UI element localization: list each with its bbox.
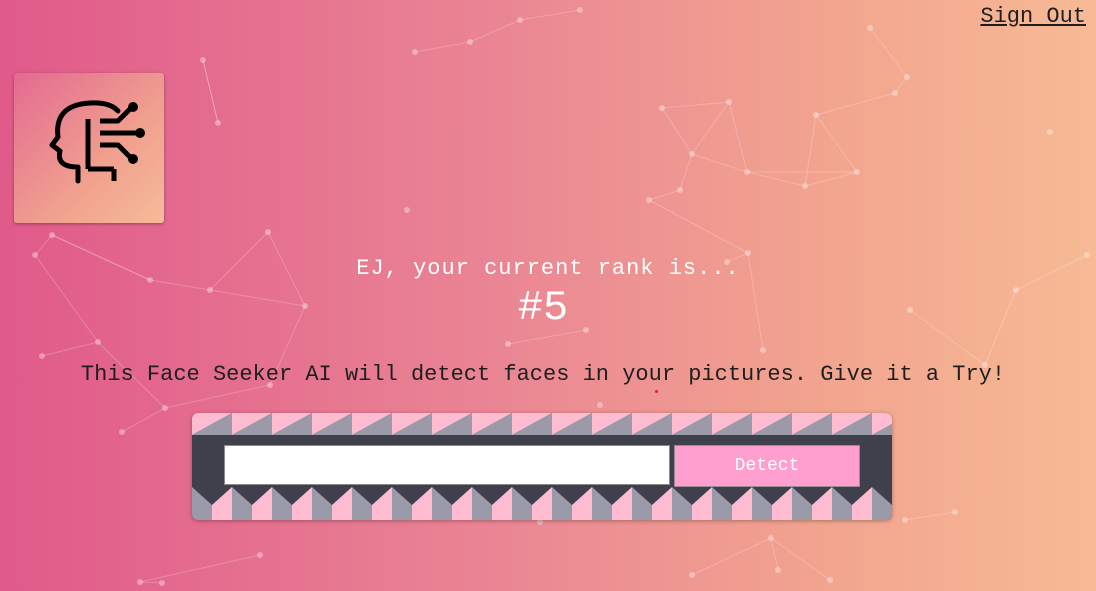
- network-node: [892, 90, 898, 96]
- network-node: [802, 183, 808, 189]
- network-line: [904, 511, 956, 521]
- network-node: [517, 17, 523, 23]
- network-line: [815, 92, 896, 116]
- tagline: This Face Seeker AI will detect faces in…: [80, 362, 1006, 387]
- network-line: [661, 107, 693, 155]
- network-line: [661, 101, 730, 109]
- network-line: [139, 554, 261, 583]
- detect-button[interactable]: Detect: [674, 445, 860, 487]
- network-line: [804, 171, 858, 187]
- network-node: [744, 169, 750, 175]
- network-node: [505, 341, 511, 347]
- network-node: [95, 339, 101, 345]
- ai-head-circuit-icon: [49, 100, 145, 184]
- network-line: [139, 581, 163, 584]
- network-node: [904, 74, 910, 80]
- network-line: [414, 41, 471, 53]
- network-line: [121, 407, 166, 433]
- network-node: [119, 429, 125, 435]
- network-node: [49, 232, 55, 238]
- network-node: [952, 509, 958, 515]
- image-url-input[interactable]: [224, 445, 670, 485]
- network-line: [815, 114, 858, 173]
- network-line: [469, 19, 521, 43]
- app-logo: [14, 73, 164, 223]
- network-node: [412, 49, 418, 55]
- network-line: [41, 341, 99, 357]
- rank-heading: EJ, your current rank is...: [356, 256, 740, 281]
- network-node: [1047, 129, 1053, 135]
- network-node: [659, 105, 665, 111]
- network-line: [691, 101, 730, 155]
- network-line: [34, 234, 53, 256]
- network-node: [827, 577, 833, 583]
- network-node: [162, 405, 168, 411]
- network-node: [577, 7, 583, 13]
- network-node: [257, 552, 263, 558]
- network-node: [404, 207, 410, 213]
- network-node: [813, 112, 819, 118]
- network-line: [519, 9, 581, 21]
- network-node: [646, 197, 652, 203]
- network-line: [691, 153, 748, 173]
- network-line: [507, 329, 587, 345]
- network-node: [265, 229, 271, 235]
- sign-out-link[interactable]: Sign Out: [980, 4, 1086, 29]
- network-node: [854, 169, 860, 175]
- network-node: [689, 151, 695, 157]
- rank-value: #5: [517, 284, 569, 332]
- network-line: [648, 199, 749, 254]
- network-line: [746, 171, 806, 187]
- network-node: [902, 517, 908, 523]
- network-line: [869, 27, 908, 78]
- network-line: [770, 537, 831, 581]
- network-line: [202, 59, 219, 124]
- network-node: [597, 402, 603, 408]
- network-node: [677, 187, 683, 193]
- network-node: [689, 572, 695, 578]
- network-line: [728, 101, 748, 173]
- network-node: [768, 535, 774, 541]
- network-node: [137, 579, 143, 585]
- network-node: [467, 39, 473, 45]
- network-node: [867, 25, 873, 31]
- network-node: [215, 120, 221, 126]
- network-line: [691, 537, 772, 576]
- network-line: [804, 114, 817, 187]
- network-line: [164, 384, 271, 409]
- network-node: [159, 580, 165, 586]
- network-node: [726, 99, 732, 105]
- network-line: [679, 153, 693, 191]
- network-node: [39, 353, 45, 359]
- network-node: [775, 567, 781, 573]
- network-node: [760, 347, 766, 353]
- cursor-dot: [655, 390, 658, 393]
- network-line: [648, 189, 681, 201]
- network-node: [200, 57, 206, 63]
